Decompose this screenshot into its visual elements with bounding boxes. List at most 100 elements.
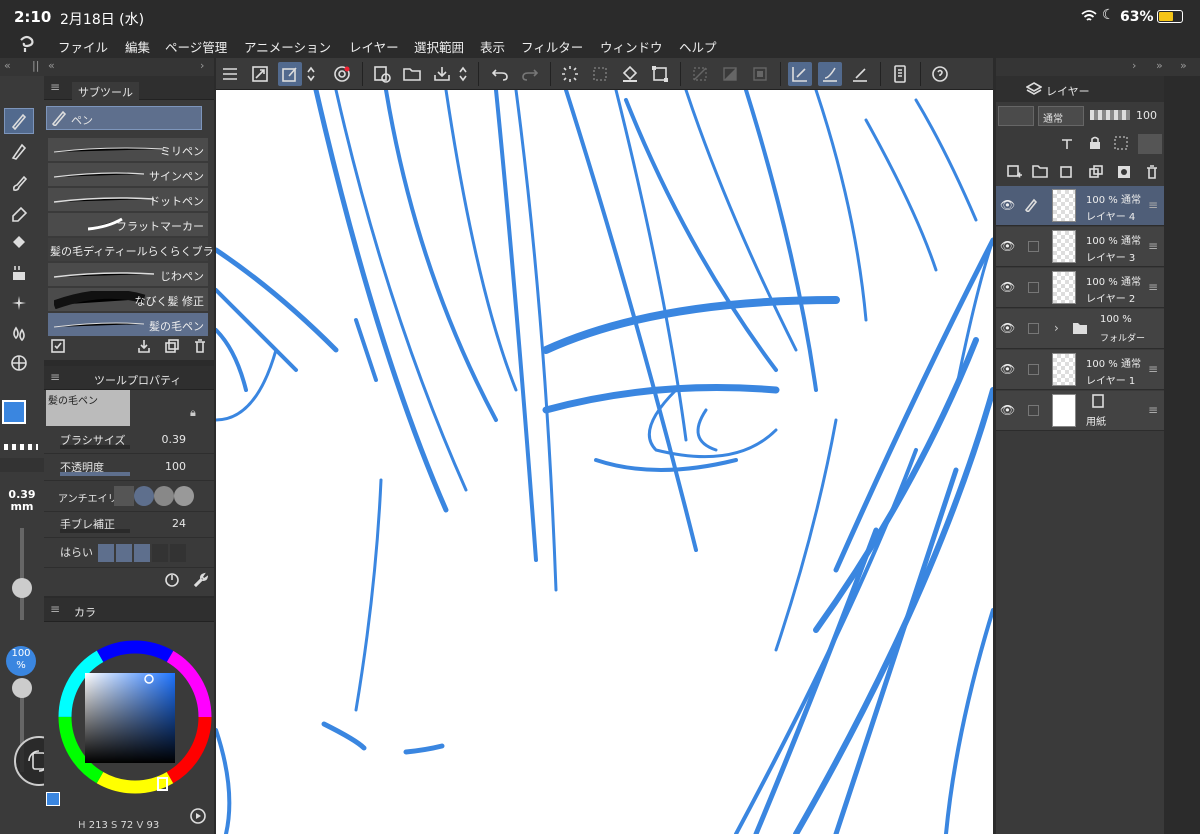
opacity-row[interactable]: 不透明度 100 — [44, 455, 214, 481]
size-slider-track[interactable] — [20, 528, 24, 620]
gradient-tool-icon[interactable] — [4, 260, 34, 286]
brush-item[interactable]: サインペン — [48, 163, 208, 187]
new-folder-icon[interactable] — [1032, 164, 1048, 181]
layer-item[interactable]: 👁︎ 100 % 通常 レイヤー 4 ≡ — [996, 186, 1164, 226]
trash-icon[interactable] — [192, 338, 208, 357]
transform-icon[interactable] — [648, 62, 672, 86]
drag-handle-icon[interactable]: ≡ — [1148, 280, 1158, 294]
layer-checkbox[interactable] — [1028, 241, 1039, 252]
open-folder-icon[interactable] — [400, 62, 424, 86]
collapse-right-icon[interactable]: » — [1156, 59, 1163, 72]
panel-menu-icon[interactable]: ≡ — [50, 602, 60, 616]
brush-tool-icon[interactable] — [4, 170, 34, 196]
updown-icon[interactable] — [304, 62, 318, 86]
collapse-left-icon[interactable]: « — [4, 59, 11, 72]
fit-screen-icon[interactable] — [248, 62, 272, 86]
main-color-mini[interactable] — [46, 792, 60, 806]
crop-icon[interactable] — [748, 62, 772, 86]
color-wheel[interactable] — [58, 634, 212, 800]
menu-layer[interactable]: レイヤー — [349, 37, 399, 56]
invert-selection-icon[interactable] — [718, 62, 742, 86]
pen-pressure-icon[interactable] — [278, 62, 302, 86]
drag-handle-icon[interactable]: ≡ — [1148, 198, 1158, 212]
sparkle-tool-icon[interactable] — [4, 290, 34, 316]
lock-transparent-icon[interactable] — [1114, 136, 1128, 153]
menu-filter[interactable]: フィルター — [521, 37, 583, 56]
folder-item[interactable]: 👁︎ › 100 % フォルダー — [996, 309, 1164, 349]
drag-handle-icon[interactable]: ≡ — [1148, 239, 1158, 253]
special-ruler-icon[interactable] — [818, 62, 842, 86]
tool-settings-icon[interactable] — [50, 338, 66, 357]
brush-item[interactable]: フラットマーカー — [48, 213, 208, 237]
layer-checkbox[interactable] — [1028, 323, 1039, 334]
pencil-tool-icon[interactable] — [4, 138, 34, 164]
loading-icon[interactable] — [558, 62, 582, 86]
chevron-right-icon[interactable]: › — [1054, 321, 1059, 335]
reference-layer-icon[interactable] — [1138, 134, 1162, 154]
layer-checkbox[interactable] — [1028, 282, 1039, 293]
menu-edit[interactable]: 編集 — [125, 37, 150, 56]
brush-item[interactable]: なびく髪 修正 — [48, 288, 208, 312]
eye-icon[interactable]: 👁︎ — [1000, 239, 1016, 253]
eraser-tool-icon[interactable] — [4, 200, 34, 226]
ruler-snap-icon[interactable] — [788, 62, 812, 86]
fill-icon[interactable] — [618, 62, 642, 86]
drag-handle-icon[interactable]: ≡ — [1148, 362, 1158, 376]
eye-icon[interactable]: 👁︎ — [1000, 198, 1016, 212]
transparent-color-icon[interactable] — [4, 444, 38, 450]
drawing-canvas[interactable] — [216, 90, 993, 834]
layer-checkbox[interactable] — [1028, 364, 1039, 375]
paper-layer-item[interactable]: 👁︎ 用紙 ≡ — [996, 391, 1164, 431]
import-icon[interactable] — [136, 338, 152, 357]
blend-mode-select[interactable]: 通常 — [1038, 106, 1084, 126]
delete-layer-icon[interactable] — [1144, 164, 1160, 183]
panel-menu-icon[interactable]: ≡ — [50, 370, 60, 384]
taper-row[interactable]: はらい — [44, 540, 214, 568]
panel-menu-icon[interactable]: ≡ — [50, 80, 60, 94]
lock-layer-icon[interactable] — [1088, 136, 1102, 153]
brush-item[interactable]: 髪の毛ディティールらくらくブラ — [48, 238, 214, 262]
tab-tool-property[interactable]: ツールプロパティ — [94, 372, 181, 388]
menu-view[interactable]: 表示 — [480, 37, 505, 56]
stabilize-row[interactable]: 手ブレ補正 24 — [44, 512, 214, 538]
eye-icon[interactable]: 👁︎ — [1000, 321, 1016, 335]
selection-fill-icon[interactable] — [588, 62, 612, 86]
play-icon[interactable] — [190, 808, 206, 827]
tab-color-wheel[interactable]: カラ — [74, 604, 96, 620]
drag-handle-icon[interactable]: ≡ — [1148, 403, 1158, 417]
eye-icon[interactable]: 👁︎ — [1000, 403, 1016, 417]
size-slider-thumb[interactable] — [12, 578, 32, 598]
new-layer-icon[interactable] — [1006, 164, 1022, 183]
redo-icon[interactable] — [518, 62, 542, 86]
layer-mode-select[interactable] — [998, 106, 1034, 126]
brush-item[interactable]: ドットペン — [48, 188, 208, 212]
help-icon[interactable] — [928, 62, 952, 86]
subtool-group[interactable]: ペン — [46, 106, 202, 130]
fill-tool-icon[interactable] — [4, 230, 34, 256]
transfer-down-icon[interactable] — [1058, 164, 1074, 183]
clip-icon[interactable] — [1060, 136, 1074, 153]
layer-item[interactable]: 👁︎ 100 % 通常 レイヤー 3 ≡ — [996, 227, 1164, 267]
antialias-row[interactable]: アンチエイリ — [44, 482, 214, 512]
updown-icon[interactable] — [456, 62, 470, 86]
menu-file[interactable]: ファイル — [58, 37, 108, 56]
menu-window[interactable]: ウィンドウ — [600, 37, 663, 56]
device-icon[interactable] — [888, 62, 912, 86]
deselect-icon[interactable] — [688, 62, 712, 86]
grid-snap-icon[interactable] — [848, 62, 872, 86]
brush-item[interactable]: じわペン — [48, 263, 208, 287]
expand-icon[interactable]: › — [200, 59, 204, 72]
aa-weak-icon[interactable] — [134, 486, 154, 506]
duplicate-icon[interactable] — [164, 338, 180, 357]
menu-icon[interactable] — [218, 62, 242, 86]
property-detail-icon[interactable] — [164, 572, 180, 591]
brush-item-selected[interactable]: 髪の毛ペン — [48, 313, 208, 337]
eye-icon[interactable]: 👁︎ — [1000, 280, 1016, 294]
opacity-slider-thumb[interactable] — [12, 678, 32, 698]
new-canvas-icon[interactable] — [370, 62, 394, 86]
collapse-icon[interactable]: « — [48, 59, 55, 72]
menu-animation[interactable]: アニメーション — [244, 37, 331, 56]
aa-strong-icon[interactable] — [174, 486, 194, 506]
brush-item[interactable]: ミリペン — [48, 138, 208, 162]
menu-help[interactable]: ヘルプ — [679, 37, 717, 56]
